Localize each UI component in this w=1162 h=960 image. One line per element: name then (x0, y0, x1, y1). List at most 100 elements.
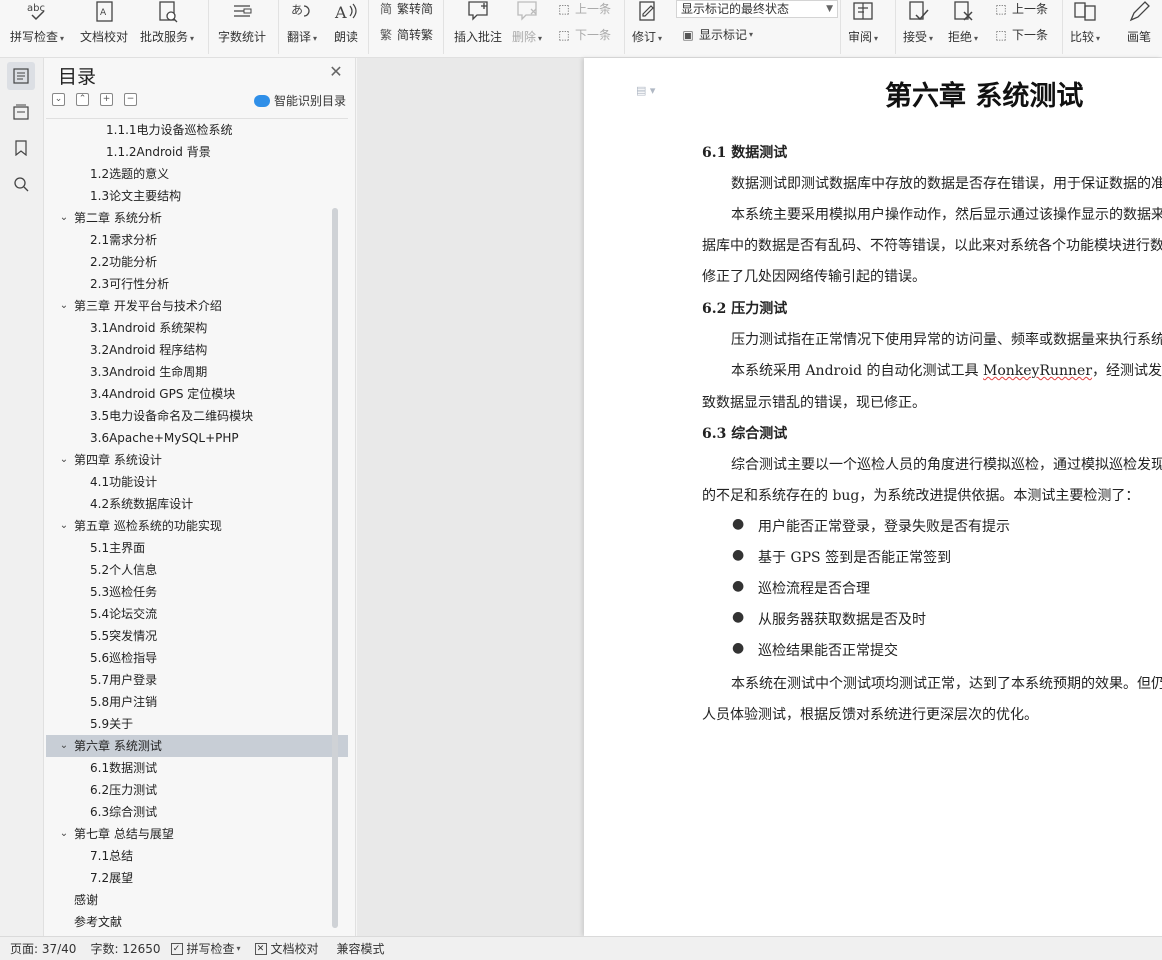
chevron-down-icon[interactable]: ⌄ (58, 449, 70, 471)
next-comment-button[interactable]: ⬚ 下一条 (556, 26, 611, 43)
toc-item[interactable]: ⌄ 第三章 开发平台与技术介绍 (46, 295, 348, 317)
next-comment-icon: ⬚ (558, 27, 570, 42)
smart-toc-button[interactable]: 智能识别目录 (254, 92, 346, 109)
toc-item[interactable]: 4.2系统数据库设计 (46, 493, 348, 515)
toc-item[interactable]: 2.1需求分析 (46, 229, 348, 251)
toc-item-label: 第四章 系统设计 (74, 453, 162, 467)
page-menu-icon[interactable]: ▤ ▾ (636, 84, 655, 97)
to-traditional-button[interactable]: 简繁转简 (378, 0, 433, 17)
ink-button[interactable]: 画笔 (1126, 0, 1152, 45)
to-simplified-label: 简转繁 (397, 28, 434, 42)
bookmark-nav-button[interactable] (7, 134, 35, 162)
check-icon: ✓ (170, 942, 183, 955)
delete-comment-button[interactable]: 删除 ▾ (512, 0, 542, 45)
toc-item[interactable]: 5.5突发情况 (46, 625, 348, 647)
accept-button[interactable]: 接受 ▾ (903, 0, 933, 45)
word-count-indicator[interactable]: 字数: 12650 (90, 940, 160, 957)
toc-item[interactable]: 3.4Android GPS 定位模块 (46, 383, 348, 405)
chevron-down-icon[interactable]: ⌄ (58, 295, 70, 317)
toc-item[interactable]: 5.1主界面 (46, 537, 348, 559)
review-button[interactable]: 审阅 ▾ (848, 0, 878, 45)
track-changes-button[interactable]: 修订 ▾ (632, 0, 662, 45)
toc-item[interactable]: ⌄ 第五章 巡检系统的功能实现 (46, 515, 348, 537)
toc-list: 1.1.1电力设备巡检系统 1.1.2Android 背景 1.2选题的意义 1.3论… (46, 118, 348, 932)
toc-item[interactable]: ⌄ 第四章 系统设计 (46, 449, 348, 471)
toc-item[interactable]: 3.6Apache+MySQL+PHP (46, 427, 348, 449)
search-nav-button[interactable] (7, 170, 35, 198)
smart-toc-icon (254, 94, 270, 107)
prev-change-button[interactable]: ⬚ 上一条 (993, 0, 1048, 17)
toc-item-label: 第二章 系统分析 (74, 211, 162, 225)
chevron-down-icon[interactable]: ⌄ (58, 735, 70, 757)
paragraph-line: 本系统在测试中个测试项均测试正常，达到了本系统预期的效果。但仍 (731, 676, 1162, 692)
section-heading: 6.3 综合测试 (702, 426, 788, 442)
toc-scrollbar-thumb[interactable] (332, 208, 338, 928)
status-doc-proof[interactable]: ✕ 文档校对 (254, 940, 319, 957)
document-page[interactable]: ▤ ▾ 第六章 系统测试 6.1 数据测试 数据测试即测试数据库中存放的数据是否… (584, 58, 1162, 936)
toc-item[interactable]: 1.2选题的意义 (46, 163, 348, 185)
toc-item[interactable]: 5.7用户登录 (46, 669, 348, 691)
translate-button[interactable]: あ 翻译 ▾ (287, 0, 317, 45)
spell-check-button[interactable]: abc 拼写检查 ▾ (10, 0, 64, 45)
toc-scrollbar[interactable] (332, 208, 338, 928)
chapter-nav-button[interactable] (7, 98, 35, 126)
toc-item[interactable]: 5.6巡检指导 (46, 647, 348, 669)
page-indicator[interactable]: 页面: 37/40 (10, 940, 76, 957)
prev-comment-button[interactable]: ⬚ 上一条 (556, 0, 611, 17)
to-simplified-button[interactable]: 繁简转繁 (378, 26, 433, 43)
compare-button[interactable]: 比较 ▾ (1070, 0, 1100, 45)
chevron-down-icon[interactable]: ⌄ (58, 207, 70, 229)
reject-button[interactable]: 拒绝 ▾ (948, 0, 978, 45)
toc-item[interactable]: 感谢 (46, 889, 348, 911)
markup-mode-select[interactable]: 显示标记的最终状态 ▼ (676, 0, 838, 18)
toc-item[interactable]: 7.1总结 (46, 845, 348, 867)
toc-item[interactable]: 4.1功能设计 (46, 471, 348, 493)
toc-item[interactable]: 6.1数据测试 (46, 757, 348, 779)
toc-item[interactable]: 1.1.2Android 背景 (46, 141, 348, 163)
revise-service-button[interactable]: 批改服务 ▾ (140, 0, 194, 45)
toc-item-label: 3.4Android GPS 定位模块 (90, 387, 236, 401)
toc-item[interactable]: 5.4论坛交流 (46, 603, 348, 625)
toc-item[interactable]: ⌄ 第七章 总结与展望 (46, 823, 348, 845)
collapse-all-icon[interactable]: ⌄ (52, 93, 65, 106)
toc-item[interactable]: 1.3论文主要结构 (46, 185, 348, 207)
toc-item[interactable]: 2.3可行性分析 (46, 273, 348, 295)
doc-proof-button[interactable]: A 文档校对 (80, 0, 128, 45)
toc-item[interactable]: 3.2Android 程序结构 (46, 339, 348, 361)
status-spell-check[interactable]: ✓ 拼写检查 ▾ (170, 940, 241, 957)
chevron-down-icon[interactable]: ⌄ (58, 515, 70, 537)
bullet-item: 巡检流程是否合理 (758, 581, 870, 597)
spell-check-label: 拼写检查 (10, 30, 59, 44)
toc-item[interactable]: 3.3Android 生命周期 (46, 361, 348, 383)
toc-item-label: 4.2系统数据库设计 (90, 497, 194, 511)
toc-item[interactable]: 3.1Android 系统架构 (46, 317, 348, 339)
read-aloud-button[interactable]: A 朗读 (333, 0, 359, 45)
toc-nav-button[interactable] (7, 62, 35, 90)
add-heading-icon[interactable]: + (100, 93, 113, 106)
remove-heading-icon[interactable]: − (124, 93, 137, 106)
show-markup-button[interactable]: ▣ 显示标记 ▾ (680, 26, 753, 43)
toc-item[interactable]: 3.5电力设备命名及二维码模块 (46, 405, 348, 427)
toc-item[interactable]: ⌄ 第二章 系统分析 (46, 207, 348, 229)
close-icon[interactable]: ✕ (328, 64, 344, 80)
misspelled-word[interactable]: MonkeyRunner (983, 363, 1092, 379)
chevron-down-icon[interactable]: ⌄ (58, 823, 70, 845)
toc-item[interactable]: 参考文献 (46, 911, 348, 932)
toc-item[interactable]: 6.3综合测试 (46, 801, 348, 823)
compat-mode: 兼容模式 (336, 942, 385, 956)
expand-up-icon[interactable]: ⌃ (76, 93, 89, 106)
next-change-button[interactable]: ⬚ 下一条 (993, 26, 1048, 43)
word-count-button[interactable]: 字数统计 (218, 0, 266, 45)
toc-item-label: 6.2压力测试 (90, 783, 158, 797)
toc-item[interactable]: 2.2功能分析 (46, 251, 348, 273)
toc-item[interactable]: 7.2展望 (46, 867, 348, 889)
toc-item[interactable]: 1.1.1电力设备巡检系统 (46, 119, 348, 141)
toc-item[interactable]: 5.9关于 (46, 713, 348, 735)
toc-item[interactable]: 5.3巡检任务 (46, 581, 348, 603)
toc-item[interactable]: 6.2压力测试 (46, 779, 348, 801)
toc-item[interactable]: 5.2个人信息 (46, 559, 348, 581)
insert-comment-button[interactable]: 插入批注 (454, 0, 502, 45)
toc-item[interactable]: 5.8用户注销 (46, 691, 348, 713)
toc-item-label: 第七章 总结与展望 (74, 827, 174, 841)
toc-item[interactable]: ⌄ 第六章 系统测试 (46, 735, 348, 757)
